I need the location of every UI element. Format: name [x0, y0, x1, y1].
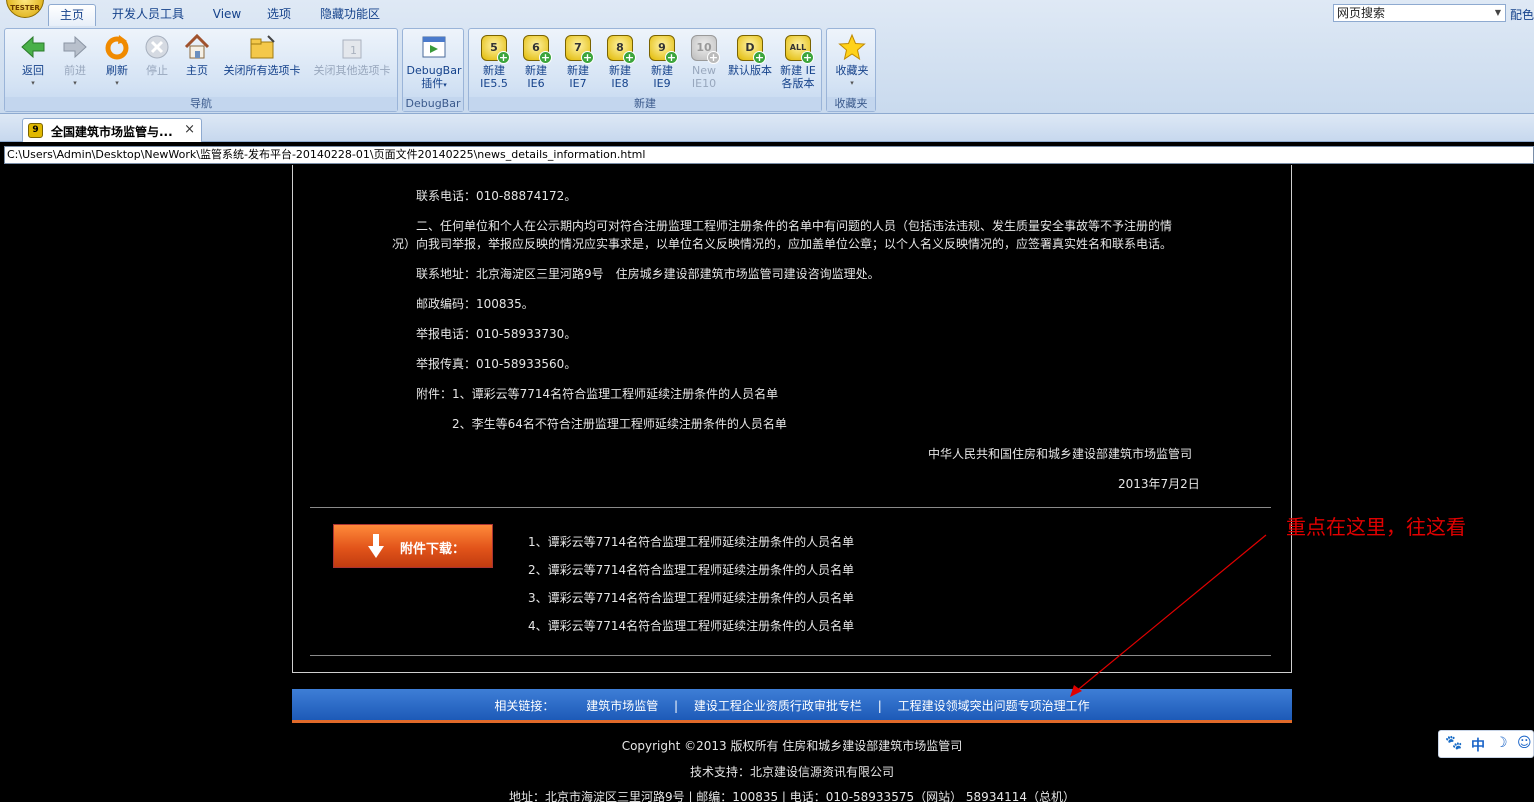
- stop-icon: [145, 35, 169, 59]
- svg-text:1: 1: [350, 44, 357, 57]
- footer-tech-support: 技术支持：北京建设信源资讯有限公司: [689, 765, 894, 779]
- stop-button[interactable]: 停止: [137, 33, 177, 77]
- close-all-tabs-button[interactable]: 关闭所有选项卡: [217, 33, 307, 77]
- footer-copyright: Copyright ©2013 版权所有 住房和城乡建设部建筑市场监管司: [621, 739, 963, 753]
- article-paragraph: 邮政编码：100835。: [416, 297, 534, 311]
- article-paragraph: 举报电话：010-58933730。: [416, 327, 577, 341]
- ribbon-group-nav: 返回 ▾ 前进 ▾ 刷新 ▾ 停止 主页 关闭所有选项卡 1 关闭其他选项卡 导航: [4, 28, 398, 112]
- debugbar-plugin-button[interactable]: DebugBar 插件▾: [406, 33, 462, 92]
- ie10-badge-icon: 10 +: [691, 35, 720, 64]
- article-paragraph: 联系地址：北京海淀区三里河路9号 住房城乡建设部建筑市场监管司建设咨询监理处。: [416, 267, 880, 281]
- attachment-link[interactable]: 4、谭彩云等7714名符合监理工程师延续注册条件的人员名单: [528, 617, 854, 634]
- paw-icon[interactable]: 🐾: [1445, 735, 1462, 751]
- attachment-note: 附件：1、谭彩云等7714名符合监理工程师延续注册条件的人员名单: [416, 387, 779, 401]
- related-links-label: 相关链接：: [494, 699, 555, 713]
- tab-home[interactable]: 主页: [48, 4, 96, 26]
- debugbar-icon: [422, 36, 446, 58]
- group-label-debugbar: DebugBar: [403, 97, 463, 111]
- web-page-viewport: 联系电话：010-88874172。 二、任何单位和个人在公示期内均可对符合注册…: [0, 165, 1534, 802]
- article-paragraph: 联系电话：010-88874172。: [416, 189, 577, 203]
- back-arrow-icon: [21, 35, 45, 59]
- tab-view[interactable]: View: [204, 4, 250, 26]
- group-label-new: 新建: [469, 97, 821, 111]
- forward-button[interactable]: 前进 ▾: [53, 33, 97, 90]
- all-versions-badge-icon: ALL +: [785, 35, 814, 64]
- ie7-badge-icon: 7 +: [565, 35, 594, 64]
- divider: [310, 507, 1271, 508]
- address-bar[interactable]: C:\Users\Admin\Desktop\NewWork\监管系统-发布平台…: [4, 146, 1534, 164]
- new-ie7-button[interactable]: 7 + 新建 IE7: [557, 33, 599, 90]
- ribbon-group-favorites: 收藏夹 ▾ 收藏夹: [826, 28, 876, 112]
- issuer-signature: 中华人民共和国住房和城乡建设部建筑市场监管司: [928, 447, 1193, 461]
- ie8-badge-icon: 8 +: [607, 35, 636, 64]
- tab-hide-ribbon[interactable]: 隐藏功能区: [312, 4, 388, 26]
- refresh-icon: [105, 35, 129, 60]
- home-icon: [184, 33, 210, 59]
- download-label: 附件下载：: [400, 542, 466, 557]
- attachment-download-button[interactable]: 附件下载：: [333, 524, 493, 568]
- color-scheme-menu[interactable]: 配色: [1510, 6, 1534, 23]
- web-search-input[interactable]: 网页搜索 ▼: [1333, 4, 1506, 22]
- group-label-favorites: 收藏夹: [827, 97, 875, 111]
- back-button[interactable]: 返回 ▾: [11, 33, 55, 90]
- close-icon[interactable]: ×: [184, 122, 195, 137]
- ime-toolbar[interactable]: 🐾 中 ☽ ☺: [1438, 730, 1534, 758]
- ribbon-group-debugbar: DebugBar 插件▾ DebugBar: [402, 28, 464, 112]
- tab-options[interactable]: 选项: [258, 4, 300, 26]
- ribbon-group-new: 5 + 新建 IE5.5 6 + 新建 IE6 7 + 新建 IE7 8 + 新建 IE8 9 +…: [468, 28, 822, 112]
- document-tab-strip: 9 全国建筑市场监管与... ×: [0, 114, 1534, 142]
- document-tab-title: 全国建筑市场监管与...: [51, 125, 173, 139]
- group-label-nav: 导航: [5, 97, 397, 111]
- attachment-link[interactable]: 3、谭彩云等7714名符合监理工程师延续注册条件的人员名单: [528, 589, 854, 606]
- download-arrow-icon: [368, 534, 384, 558]
- article-paragraph: 举报传真：010-58933560。: [416, 357, 577, 371]
- ie55-badge-icon: 5 +: [481, 35, 510, 64]
- ribbon-toolbar: TESTER 主页 开发人员工具 View 选项 隐藏功能区 网页搜索 ▼ 配色…: [0, 0, 1534, 114]
- web-search-value: 网页搜索: [1337, 6, 1386, 20]
- home-button[interactable]: 主页: [177, 33, 217, 77]
- attachment-link[interactable]: 2、谭彩云等7714名符合监理工程师延续注册条件的人员名单: [528, 561, 854, 578]
- annotation-arrow: [1070, 534, 1267, 697]
- default-version-badge-icon: D +: [737, 35, 766, 64]
- tab-close-other-icon: 1: [342, 39, 362, 59]
- new-ie55-button[interactable]: 5 + 新建 IE5.5: [473, 33, 515, 90]
- document-tab[interactable]: 9 全国建筑市场监管与... ×: [22, 118, 202, 142]
- ie9-tab-icon: 9: [28, 123, 43, 138]
- chevron-down-icon[interactable]: ▼: [1492, 5, 1504, 21]
- new-ie10-button[interactable]: 10 + New IE10: [683, 33, 725, 90]
- folder-close-icon: [250, 35, 275, 59]
- app-logo-icon[interactable]: TESTER: [6, 0, 44, 18]
- refresh-button[interactable]: 刷新 ▾: [95, 33, 139, 90]
- new-ie6-button[interactable]: 6 + 新建 IE6: [515, 33, 557, 90]
- close-other-tabs-button[interactable]: 1 关闭其他选项卡: [307, 33, 397, 77]
- ribbon-tab-bar: TESTER 主页 开发人员工具 View 选项 隐藏功能区 网页搜索 ▼ 配色: [0, 0, 1534, 26]
- moon-icon[interactable]: ☽: [1495, 735, 1508, 751]
- favorites-button[interactable]: 收藏夹 ▾: [829, 33, 875, 90]
- link-qualification-approval[interactable]: 建设工程企业资质行政审批专栏: [694, 689, 862, 723]
- default-version-button[interactable]: D + 默认版本: [725, 33, 775, 77]
- new-ie9-button[interactable]: 9 + 新建 IE9: [641, 33, 683, 90]
- footer-address: 地址：北京市海淀区三里河路9号 | 邮编：100835 | 电话：010-589…: [509, 790, 1075, 802]
- link-separator: |: [674, 699, 679, 713]
- forward-arrow-icon: [63, 35, 87, 59]
- link-separator: |: [877, 699, 882, 713]
- link-construction-market[interactable]: 建筑市场监管: [586, 689, 658, 723]
- attachment-link[interactable]: 1、谭彩云等7714名符合监理工程师延续注册条件的人员名单: [528, 533, 854, 550]
- new-all-ie-versions-button[interactable]: ALL + 新建 IE 各版本: [775, 33, 821, 90]
- new-ie8-button[interactable]: 8 + 新建 IE8: [599, 33, 641, 90]
- ie6-badge-icon: 6 +: [523, 35, 552, 64]
- ie9-badge-icon: 9 +: [649, 35, 678, 64]
- tab-developer-tools[interactable]: 开发人员工具: [104, 4, 192, 26]
- smiley-icon[interactable]: ☺: [1517, 735, 1532, 751]
- issue-date: 2013年7月2日: [1118, 477, 1200, 491]
- article-paragraph: 况）向我司举报，举报应反映的情况应实事求是，以单位名义反映情况的，应加盖单位公章…: [392, 237, 1173, 251]
- article-paragraph: 二、任何单位和个人在公示期内均可对符合注册监理工程师注册条件的名单中有问题的人员…: [416, 219, 1173, 233]
- ime-mode-indicator[interactable]: 中: [1471, 735, 1485, 755]
- annotation-note: 重点在这里，往这看: [1286, 515, 1466, 539]
- star-icon: [838, 33, 866, 61]
- attachment-note: 2、李生等64名不符合注册监理工程师延续注册条件的人员名单: [452, 417, 787, 431]
